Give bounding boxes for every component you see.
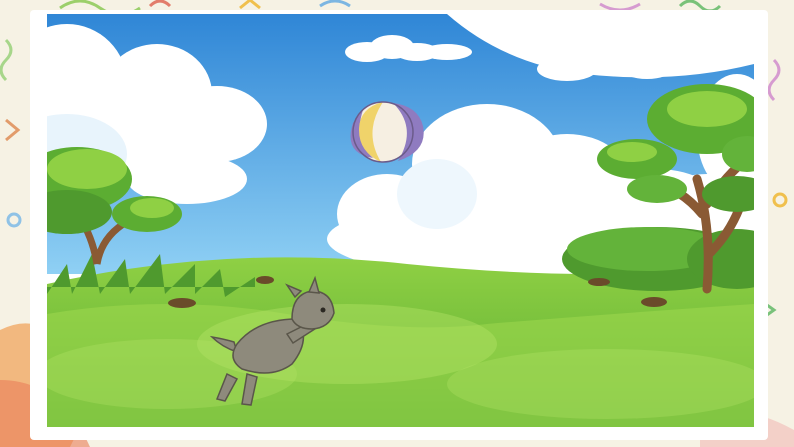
rock	[256, 276, 274, 284]
park-scene-illustration	[47, 14, 754, 427]
rock	[641, 297, 667, 307]
beach-ball	[350, 101, 424, 163]
rock	[588, 278, 610, 286]
rock	[168, 298, 196, 308]
